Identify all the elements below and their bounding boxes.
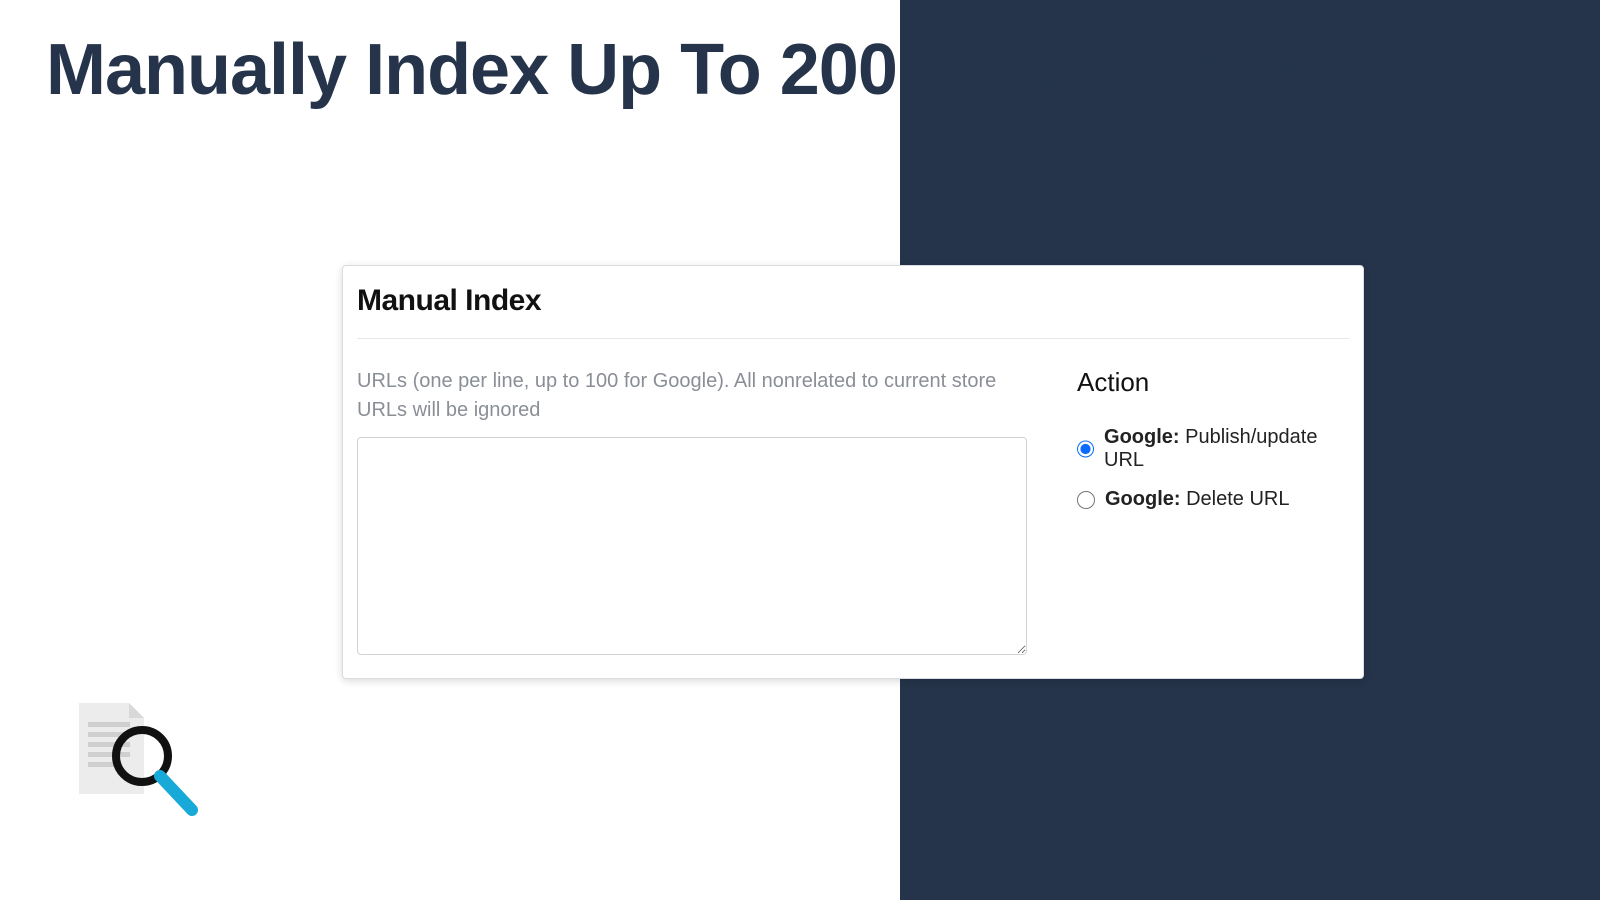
card-divider: [357, 338, 1349, 339]
radio-option-publish[interactable]: Google: Publish/update URL: [1077, 426, 1349, 472]
action-column: Action Google: Publish/update URL Google…: [1077, 367, 1349, 660]
card-title: Manual Index: [357, 284, 1349, 338]
radio-publish-input[interactable]: [1077, 440, 1094, 458]
radio-delete-input[interactable]: [1077, 491, 1095, 509]
manual-index-card: Manual Index URLs (one per line, up to 1…: [342, 265, 1364, 679]
card-body: URLs (one per line, up to 100 for Google…: [357, 367, 1349, 660]
radio-option-delete[interactable]: Google: Delete URL: [1077, 488, 1349, 511]
radio-delete-label: Google: Delete URL: [1105, 488, 1289, 511]
urls-column: URLs (one per line, up to 100 for Google…: [357, 367, 1027, 660]
urls-helper-text: URLs (one per line, up to 100 for Google…: [357, 367, 1027, 425]
document-search-icon: [74, 698, 204, 828]
page-headline: Manually Index Up To 200 Pages At Once: [46, 32, 1408, 110]
action-heading: Action: [1077, 367, 1349, 398]
urls-textarea[interactable]: [357, 437, 1027, 655]
radio-publish-label: Google: Publish/update URL: [1104, 426, 1349, 472]
